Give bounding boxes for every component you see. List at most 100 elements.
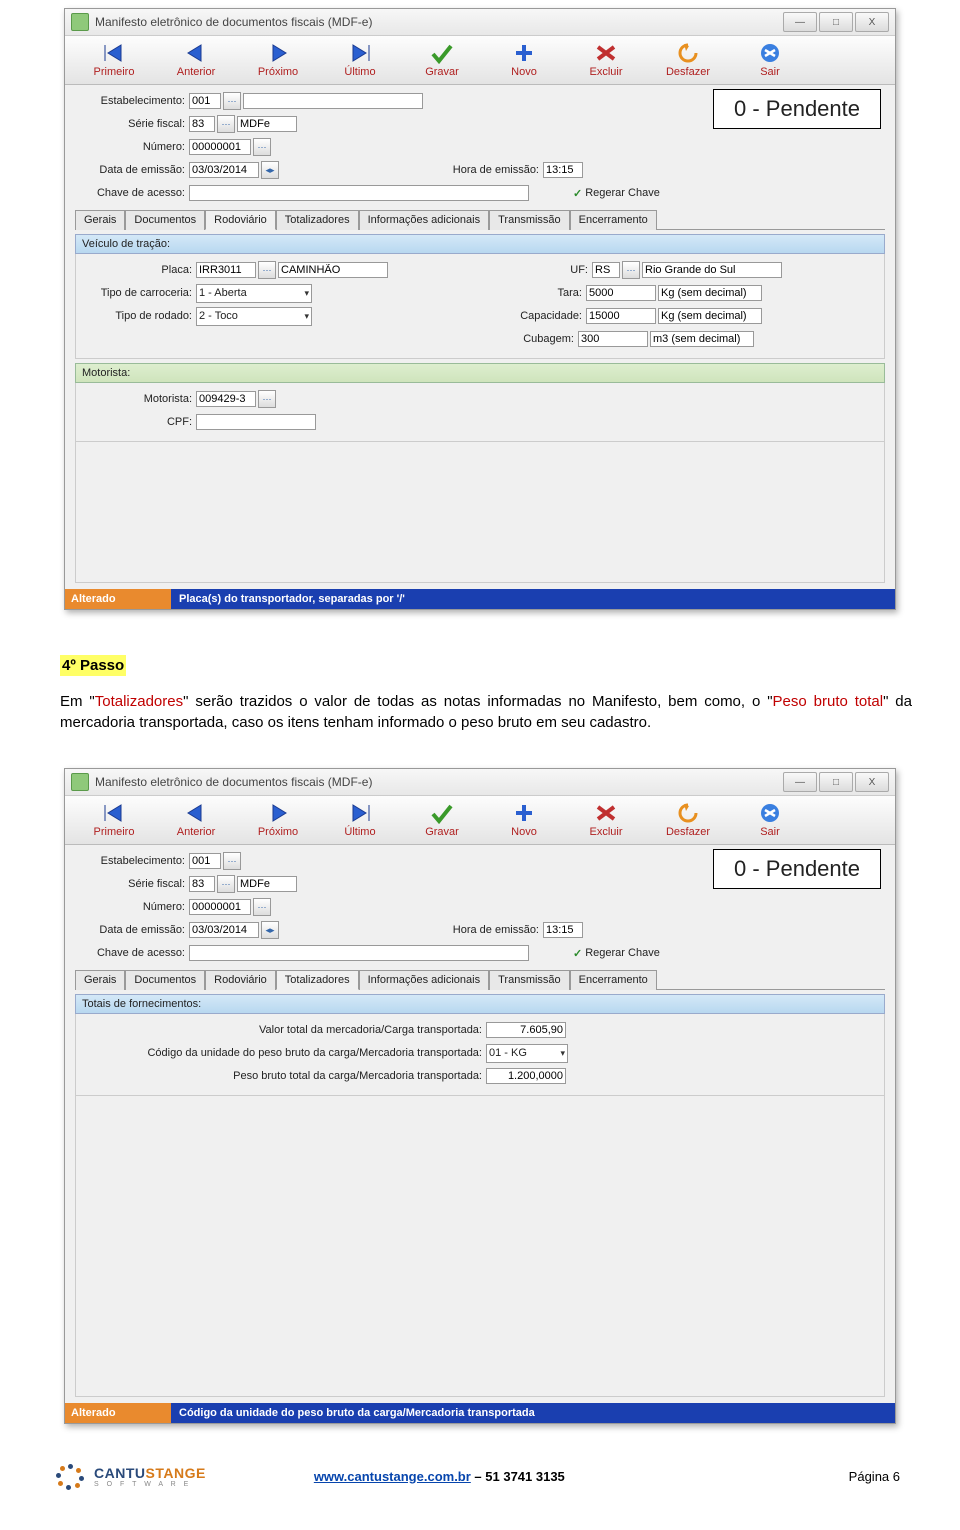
lookup-icon[interactable]: ⋯ <box>253 138 271 156</box>
lookup-icon[interactable]: ⋯ <box>217 115 235 133</box>
close-button[interactable]: X <box>855 772 889 792</box>
lookup-icon[interactable]: ⋯ <box>223 92 241 110</box>
prev-button[interactable]: Anterior <box>155 802 237 838</box>
save-button[interactable]: Gravar <box>401 42 483 78</box>
first-button[interactable]: Primeiro <box>73 802 155 838</box>
uf-input[interactable] <box>592 262 620 278</box>
app-window-2: Manifesto eletrônico de documentos fisca… <box>64 768 896 1424</box>
numero-input[interactable] <box>189 139 251 155</box>
tab-info-adicionais[interactable]: Informações adicionais <box>359 970 490 990</box>
minimize-button[interactable]: — <box>783 12 817 32</box>
tab-rodoviario[interactable]: Rodoviário <box>205 970 276 990</box>
placa-input[interactable] <box>196 262 256 278</box>
date-picker-icon[interactable]: ◂▸ <box>261 161 279 179</box>
instruction-text: 4º Passo Em "Totalizadores" serão trazid… <box>0 630 960 768</box>
veiculo-section-header: Veículo de tração: <box>75 234 885 254</box>
tab-documentos[interactable]: Documentos <box>125 970 205 990</box>
next-button[interactable]: Próximo <box>237 42 319 78</box>
exit-button[interactable]: Sair <box>729 802 811 838</box>
tara-input[interactable] <box>586 285 656 301</box>
hora-input[interactable] <box>543 162 583 178</box>
data-input[interactable] <box>189 162 259 178</box>
codigo-unidade-select[interactable]: 01 - KG <box>486 1044 568 1063</box>
tab-gerais[interactable]: Gerais <box>75 210 125 230</box>
status-badge: 0 - Pendente <box>713 89 881 129</box>
cubagem-unit <box>650 331 754 347</box>
estabelecimento-input[interactable] <box>189 93 221 109</box>
serie-name[interactable] <box>237 116 297 132</box>
tab-totalizadores[interactable]: Totalizadores <box>276 970 359 990</box>
estabelecimento-input[interactable] <box>189 853 221 869</box>
lookup-icon[interactable]: ⋯ <box>253 898 271 916</box>
lookup-icon[interactable]: ⋯ <box>622 261 640 279</box>
maximize-button[interactable]: □ <box>819 772 853 792</box>
next-button[interactable]: Próximo <box>237 802 319 838</box>
tab-info-adicionais[interactable]: Informações adicionais <box>359 210 490 230</box>
new-button[interactable]: Novo <box>483 802 565 838</box>
estabelecimento-label: Estabelecimento: <box>75 855 189 867</box>
serie-name[interactable] <box>237 876 297 892</box>
hora-input[interactable] <box>543 922 583 938</box>
page-number: Página 6 <box>849 1469 900 1484</box>
undo-button[interactable]: Desfazer <box>647 42 729 78</box>
chave-input[interactable] <box>189 945 529 961</box>
tab-gerais[interactable]: Gerais <box>75 970 125 990</box>
save-button[interactable]: Gravar <box>401 802 483 838</box>
lookup-icon[interactable]: ⋯ <box>258 390 276 408</box>
cubagem-label: Cubagem: <box>304 333 578 345</box>
exit-button[interactable]: Sair <box>729 42 811 78</box>
tab-documentos[interactable]: Documentos <box>125 210 205 230</box>
tab-rodoviario[interactable]: Rodoviário <box>205 210 276 230</box>
tab-encerramento[interactable]: Encerramento <box>570 970 657 990</box>
valor-total-input[interactable] <box>486 1022 566 1038</box>
tab-totalizadores[interactable]: Totalizadores <box>276 210 359 230</box>
tara-unit <box>658 285 762 301</box>
delete-button[interactable]: Excluir <box>565 802 647 838</box>
last-button[interactable]: Último <box>319 42 401 78</box>
status-bar: Alterado Placa(s) do transportador, sepa… <box>65 589 895 609</box>
tab-encerramento[interactable]: Encerramento <box>570 210 657 230</box>
delete-button[interactable]: Excluir <box>565 42 647 78</box>
lookup-icon[interactable]: ⋯ <box>223 852 241 870</box>
footer-url[interactable]: www.cantustange.com.br <box>314 1469 471 1484</box>
tipo-carroceria-select[interactable]: 1 - Aberta <box>196 284 312 303</box>
regerar-chave-button[interactable]: ✓Regerar Chave <box>573 947 660 960</box>
toolbar: Primeiro Anterior Próximo Último Gravar … <box>65 796 895 845</box>
app-icon <box>71 773 89 791</box>
chave-input[interactable] <box>189 185 529 201</box>
last-button[interactable]: Último <box>319 802 401 838</box>
regerar-chave-button[interactable]: ✓Regerar Chave <box>573 187 660 200</box>
date-picker-icon[interactable]: ◂▸ <box>261 921 279 939</box>
motorista-input[interactable] <box>196 391 256 407</box>
tab-transmissao[interactable]: Transmissão <box>489 970 570 990</box>
new-button[interactable]: Novo <box>483 42 565 78</box>
maximize-button[interactable]: □ <box>819 12 853 32</box>
serie-input[interactable] <box>189 876 215 892</box>
tipo-rodado-select[interactable]: 2 - Toco <box>196 307 312 326</box>
data-input[interactable] <box>189 922 259 938</box>
serie-input[interactable] <box>189 116 215 132</box>
undo-button[interactable]: Desfazer <box>647 802 729 838</box>
cubagem-input[interactable] <box>578 331 648 347</box>
prev-button[interactable]: Anterior <box>155 42 237 78</box>
first-button[interactable]: Primeiro <box>73 42 155 78</box>
tab-bar: Gerais Documentos Rodoviário Totalizador… <box>75 969 885 990</box>
numero-label: Número: <box>75 901 189 913</box>
page-footer: CANTUSTANGE S O F T W A R E www.cantusta… <box>0 1444 960 1490</box>
valor-total-label: Valor total da mercadoria/Carga transpor… <box>82 1024 486 1036</box>
minimize-button[interactable]: — <box>783 772 817 792</box>
lookup-icon[interactable]: ⋯ <box>258 261 276 279</box>
estabelecimento-name[interactable] <box>243 93 423 109</box>
lookup-icon[interactable]: ⋯ <box>217 875 235 893</box>
placa-label: Placa: <box>82 264 196 276</box>
uf-name[interactable] <box>642 262 782 278</box>
placa-desc[interactable] <box>278 262 388 278</box>
cpf-input[interactable] <box>196 414 316 430</box>
close-button[interactable]: X <box>855 12 889 32</box>
capacidade-input[interactable] <box>586 308 656 324</box>
app-window-1: Manifesto eletrônico de documentos fisca… <box>64 8 896 610</box>
status-hint: Placa(s) do transportador, separadas por… <box>171 589 895 609</box>
numero-input[interactable] <box>189 899 251 915</box>
peso-bruto-input[interactable] <box>486 1068 566 1084</box>
tab-transmissao[interactable]: Transmissão <box>489 210 570 230</box>
